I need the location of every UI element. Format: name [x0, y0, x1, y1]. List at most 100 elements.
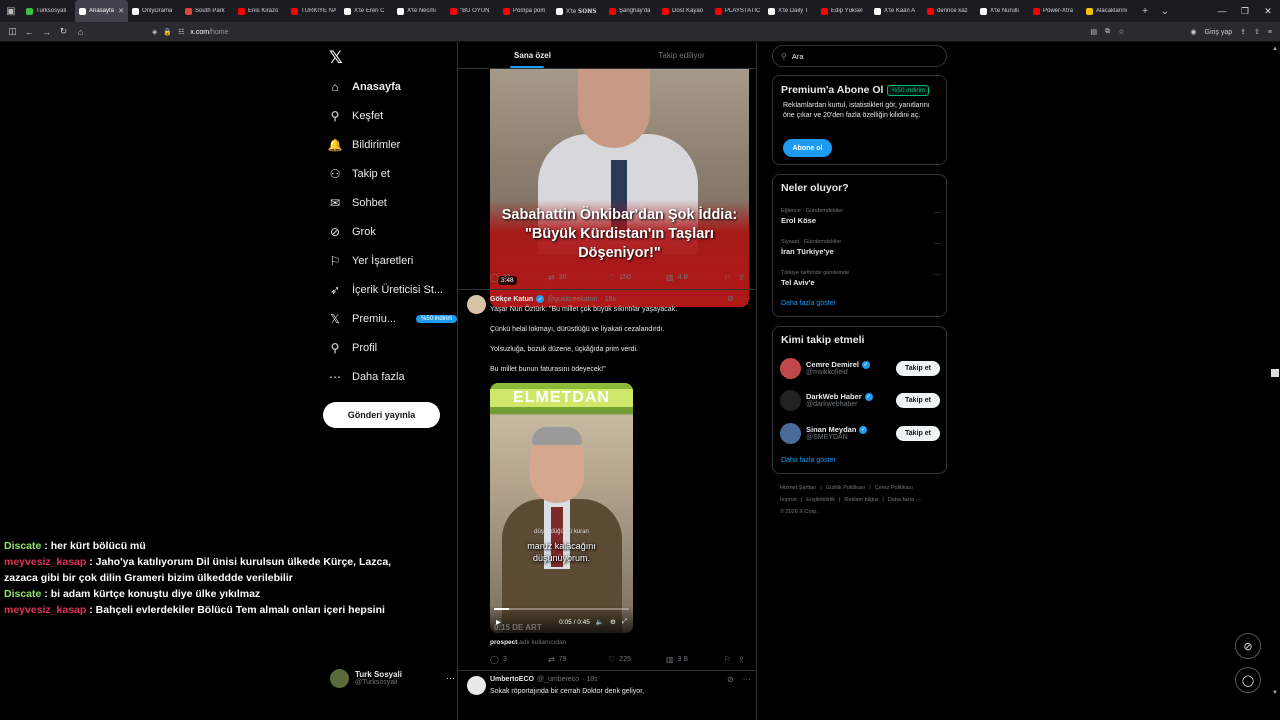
avatar[interactable] [780, 422, 801, 444]
settings-icon[interactable]: ⚙ [610, 618, 616, 626]
sidebar-item-x-premium[interactable]: 𝕏 Premiu... %50 indirim [328, 308, 458, 330]
new-tab-icon[interactable]: + [1135, 6, 1155, 17]
views-button[interactable]: ▥ 3 B [666, 655, 724, 664]
browser-tab[interactable]: "BU OYUN [446, 0, 499, 22]
sidebar-item-home[interactable]: ⌂ Anasayfa [328, 76, 401, 98]
menu-icon[interactable]: ≡ [1268, 29, 1272, 36]
browser-tab[interactable]: Pompa pom [499, 0, 552, 22]
show-more-follow-link[interactable]: Daha fazla göster [781, 457, 836, 464]
sidebar-item-grok[interactable]: ⊘ Grok [328, 221, 376, 243]
like-button[interactable]: ♡ 150 [608, 273, 666, 282]
footer-link[interactable]: Erişilebilirlik [806, 497, 835, 503]
browser-tab[interactable]: X'te Daily T [764, 0, 817, 22]
footer-link[interactable]: Reklam bilgisi [844, 497, 878, 503]
avatar[interactable] [780, 357, 801, 379]
fullscreen-icon[interactable]: ⤢ [622, 618, 627, 626]
browser-tab[interactable]: Edip Yüksel [817, 0, 870, 22]
tweet-handle[interactable]: @_umbereco [537, 676, 579, 683]
sidebar-toggle-icon[interactable]: ◫ [4, 22, 21, 42]
browser-tab[interactable]: TÜRKİYE NA [287, 0, 340, 22]
scrollbar-thumb[interactable] [1271, 369, 1279, 377]
browser-tab[interactable]: South Park [181, 0, 234, 22]
sidebar-item-search[interactable]: ⚲ Keşfet [328, 105, 384, 127]
maximize-icon[interactable]: ❐ [1233, 0, 1257, 22]
grok-icon[interactable]: ⊘ [727, 294, 734, 303]
tab-overflow-icon[interactable]: ⌄ [1155, 6, 1175, 17]
scroll-up-icon[interactable]: ▲ [1272, 46, 1278, 52]
sidebar-item-bookmark[interactable]: ⚐ Yer İşaretleri [328, 250, 414, 272]
follow-button[interactable]: Takip et [896, 425, 940, 441]
home-browser-icon[interactable]: ⌂ [72, 22, 89, 42]
account-switcher[interactable]: Turk Sosyali @Turksosyali ··· [330, 666, 455, 690]
avatar[interactable] [467, 676, 486, 695]
tweet-author[interactable]: UmbertoECO [490, 676, 534, 683]
video-progress-bar[interactable] [494, 608, 629, 610]
follow-suggestion[interactable]: Cemre Demirel ✓ @msikkofield Takip et [780, 356, 940, 380]
more-options-icon[interactable]: ··· [446, 673, 455, 683]
browser-tab[interactable]: derince kaz [923, 0, 976, 22]
browser-tab[interactable]: Alacaklarını [1082, 0, 1135, 22]
views-button[interactable]: ▥ 4 B [666, 273, 724, 282]
retweet-button[interactable]: ⇄ 30 [548, 273, 608, 282]
retweet-button[interactable]: ⇄ 79 [548, 655, 608, 664]
minimize-icon[interactable]: — [1210, 0, 1234, 22]
tab-list-icon[interactable]: ▣ [0, 0, 22, 22]
like-button[interactable]: ♡ 225 [608, 655, 666, 664]
extensions-icon[interactable]: ⇪ [1240, 28, 1246, 36]
browser-tab[interactable]: Enis Kirazo [234, 0, 287, 22]
browser-tab[interactable]: Şanghay'da [605, 0, 658, 22]
tab-for-you[interactable]: Sana özel [458, 42, 607, 68]
sidebar-item-more[interactable]: ⋯ Daha fazla [328, 366, 405, 388]
browser-tab[interactable]: OnlyDrama [128, 0, 181, 22]
reload-icon[interactable]: ↻ [55, 22, 72, 42]
reply-button[interactable]: ◯ 3 [490, 655, 548, 664]
tab-following[interactable]: Takip ediliyor [607, 42, 756, 68]
more-options-icon[interactable]: ··· [743, 675, 751, 684]
volume-icon[interactable]: 🔈 [596, 618, 604, 626]
tweet-author[interactable]: Gökçe Katun [490, 296, 533, 303]
url-bar[interactable]: ◈ 🔒 ☷ x.com/home [152, 25, 1142, 39]
scroll-down-icon[interactable]: ▼ [1272, 690, 1278, 696]
tweet-handle[interactable]: @gokkceekatun [547, 296, 597, 303]
browser-tab[interactable]: X'te 𝗦𝗢𝗡𝗦 [552, 0, 605, 22]
browser-tab[interactable]: Power-Xtra [1029, 0, 1082, 22]
reply-button[interactable]: ◯ 31 [490, 273, 548, 282]
x-logo-icon[interactable]: 𝕏 [329, 48, 343, 68]
more-options-icon[interactable]: ··· [743, 294, 751, 303]
forward-icon[interactable]: → [38, 22, 55, 42]
avatar[interactable] [467, 295, 486, 314]
more-options-icon[interactable]: ··· [933, 208, 941, 217]
browser-tab[interactable]: X'te Nurulli [976, 0, 1029, 22]
browser-tab[interactable]: PLAYSTATIC [711, 0, 764, 22]
source-user[interactable]: prospect [490, 639, 517, 646]
search-input[interactable]: ⚲ Ara [772, 45, 947, 67]
browser-tab[interactable]: X'te Kaan A [870, 0, 923, 22]
reader-icon[interactable]: ▤ [1091, 28, 1098, 36]
trend-item[interactable]: Eğlence · Gündemdekiler Erol Köse ··· [781, 208, 941, 225]
footer-link[interactable]: Daha fazla ··· [888, 497, 921, 503]
tweet-video-player[interactable]: ELMETDAN düşündüğümü kuran maruz kalacağ… [490, 383, 633, 633]
share-icon[interactable]: ⇧ [1254, 28, 1260, 36]
share-button[interactable]: ⇪ [738, 655, 745, 664]
close-tab-icon[interactable]: ✕ [118, 7, 124, 15]
sidebar-item-profile[interactable]: ⚲ Profil [328, 337, 377, 359]
sidebar-item-bell[interactable]: 🔔 Bildirimler [328, 134, 401, 156]
follow-suggestion[interactable]: Sinan Meydan ✓ @SMEYDAN Takip et [780, 421, 940, 445]
footer-link[interactable]: Gizlilik Politikası [826, 485, 865, 491]
tweet-time[interactable]: · 18s [582, 676, 598, 683]
share-button[interactable]: ⇪ [738, 273, 745, 282]
grok-fab-icon[interactable]: ⊘ [1235, 633, 1261, 659]
close-window-icon[interactable]: ✕ [1256, 0, 1280, 22]
login-button[interactable]: Giriş yap [1205, 29, 1233, 36]
footer-link[interactable]: Çerez Politikası [875, 485, 913, 491]
follow-suggestion[interactable]: DarkWeb Haber ✓ @darkwebhaber Takip et [780, 388, 940, 412]
trend-item[interactable]: Siyaset · Gündemdekiler İran Türkiye'ye ··… [781, 239, 941, 256]
grok-icon[interactable]: ⊘ [727, 675, 734, 684]
browser-tab[interactable]: Anasayfa ✕ [75, 0, 128, 22]
back-icon[interactable]: ← [21, 22, 38, 42]
browser-tab[interactable]: Dost Kayao [658, 0, 711, 22]
subscribe-button[interactable]: Abone ol [783, 139, 832, 157]
browser-tab[interactable]: Turksosyali [22, 0, 75, 22]
follow-button[interactable]: Takip et [896, 392, 940, 408]
browser-tab[interactable]: X'te Eren C [340, 0, 393, 22]
